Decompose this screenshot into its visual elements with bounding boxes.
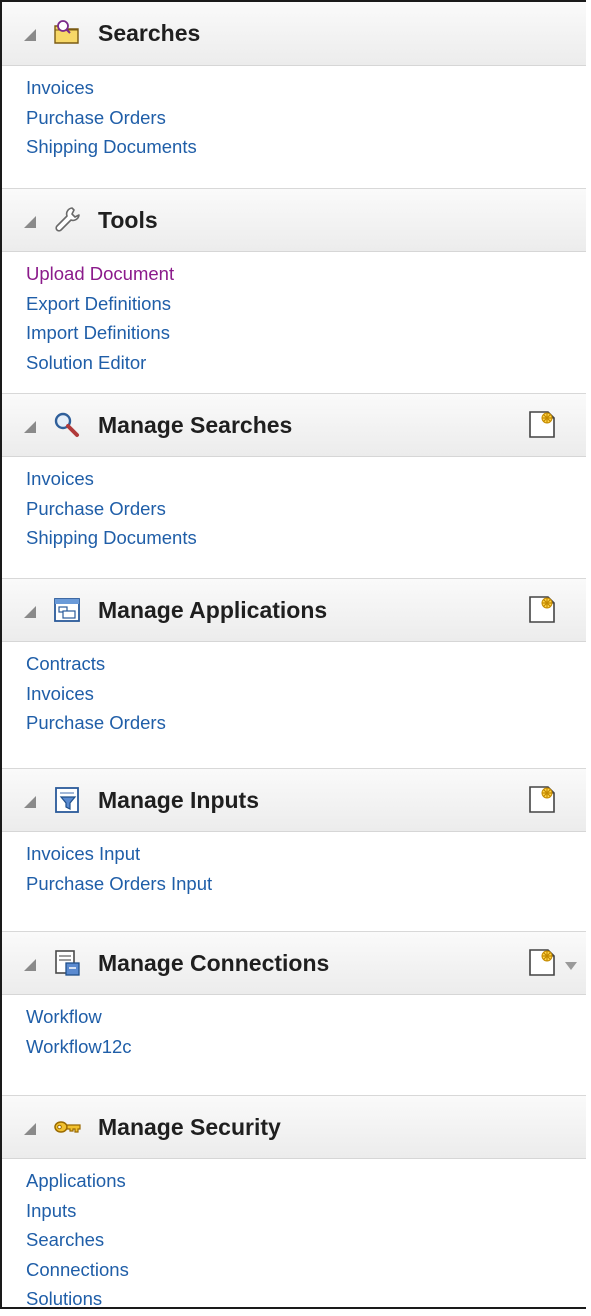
section-title: Manage Inputs bbox=[98, 787, 260, 813]
magnifier-icon bbox=[54, 412, 79, 437]
list-item: Invoices bbox=[26, 679, 166, 709]
list-item: Workflow bbox=[26, 1002, 132, 1032]
collapse-triangle-icon[interactable] bbox=[24, 29, 36, 41]
section-header-searches[interactable]: Searches bbox=[2, 2, 586, 66]
collapse-triangle-icon[interactable] bbox=[24, 1123, 36, 1135]
link-import-definitions[interactable]: Import Definitions bbox=[26, 322, 170, 343]
wrench-icon bbox=[55, 207, 80, 232]
application-window-icon bbox=[54, 598, 80, 622]
list-item: Purchase Orders Input bbox=[26, 869, 212, 899]
list-item: Invoices Input bbox=[26, 839, 212, 869]
link-list: Upload Document Export Definitions Impor… bbox=[26, 259, 174, 377]
key-icon bbox=[54, 1121, 81, 1133]
link-purchase-orders[interactable]: Purchase Orders bbox=[26, 498, 166, 519]
link-list: Invoices Input Purchase Orders Input bbox=[26, 839, 212, 898]
link-list: Invoices Purchase Orders Shipping Docume… bbox=[26, 73, 197, 162]
new-item-icon[interactable] bbox=[526, 783, 558, 815]
new-item-icon[interactable] bbox=[526, 593, 558, 625]
link-solution-editor[interactable]: Solution Editor bbox=[26, 352, 146, 373]
new-item-icon[interactable] bbox=[526, 408, 558, 440]
link-shipping-documents[interactable]: Shipping Documents bbox=[26, 136, 197, 157]
list-item: Purchase Orders bbox=[26, 494, 197, 524]
list-item: Workflow12c bbox=[26, 1032, 132, 1062]
new-item-icon[interactable] bbox=[526, 946, 558, 978]
link-list: Applications Inputs Searches Connections… bbox=[26, 1166, 129, 1314]
link-export-definitions[interactable]: Export Definitions bbox=[26, 293, 171, 314]
list-item: Solutions bbox=[26, 1284, 129, 1314]
section-header-manage-searches[interactable]: Manage Searches bbox=[2, 393, 586, 457]
link-invoices[interactable]: Invoices bbox=[26, 77, 94, 98]
section-header-manage-applications[interactable]: Manage Applications bbox=[2, 578, 586, 642]
collapse-triangle-icon[interactable] bbox=[24, 421, 36, 433]
section-header-manage-inputs[interactable]: Manage Inputs bbox=[2, 768, 586, 832]
section-header-tools[interactable]: Tools bbox=[2, 188, 586, 252]
list-item: Solution Editor bbox=[26, 348, 174, 378]
collapse-triangle-icon[interactable] bbox=[24, 216, 36, 228]
link-solutions[interactable]: Solutions bbox=[26, 1288, 102, 1309]
input-filter-icon bbox=[55, 787, 79, 813]
link-list: Invoices Purchase Orders Shipping Docume… bbox=[26, 464, 197, 553]
section-title: Manage Security bbox=[98, 1114, 281, 1140]
list-item: Invoices bbox=[26, 73, 197, 103]
section-title: Manage Applications bbox=[98, 597, 328, 623]
connection-icon bbox=[55, 950, 80, 976]
link-applications[interactable]: Applications bbox=[26, 1170, 126, 1191]
link-invoices[interactable]: Invoices bbox=[26, 468, 94, 489]
list-item: Applications bbox=[26, 1166, 129, 1196]
link-searches[interactable]: Searches bbox=[26, 1229, 104, 1250]
link-contracts[interactable]: Contracts bbox=[26, 653, 105, 674]
list-item: Shipping Documents bbox=[26, 132, 197, 162]
section-header-manage-security[interactable]: Manage Security bbox=[2, 1095, 586, 1159]
navigator-panel: Searches Invoices Purchase Orders Shippi… bbox=[0, 0, 586, 1309]
list-item: Purchase Orders bbox=[26, 708, 166, 738]
link-purchase-orders[interactable]: Purchase Orders bbox=[26, 712, 166, 733]
section-title: Manage Connections bbox=[98, 950, 330, 976]
link-upload-document[interactable]: Upload Document bbox=[26, 263, 174, 284]
link-connections[interactable]: Connections bbox=[26, 1259, 129, 1280]
link-inputs[interactable]: Inputs bbox=[26, 1200, 76, 1221]
dropdown-arrow-icon[interactable] bbox=[565, 962, 577, 970]
collapse-triangle-icon[interactable] bbox=[24, 606, 36, 618]
list-item: Connections bbox=[26, 1255, 129, 1285]
list-item: Export Definitions bbox=[26, 289, 174, 319]
link-purchase-orders-input[interactable]: Purchase Orders Input bbox=[26, 873, 212, 894]
section-title: Searches bbox=[98, 20, 201, 46]
list-item: Shipping Documents bbox=[26, 523, 197, 553]
link-purchase-orders[interactable]: Purchase Orders bbox=[26, 107, 166, 128]
list-item: Invoices bbox=[26, 464, 197, 494]
link-list: Contracts Invoices Purchase Orders bbox=[26, 649, 166, 738]
link-invoices[interactable]: Invoices bbox=[26, 683, 94, 704]
link-workflow12c[interactable]: Workflow12c bbox=[26, 1036, 132, 1057]
list-item: Inputs bbox=[26, 1196, 129, 1226]
list-item: Upload Document bbox=[26, 259, 174, 289]
list-item: Purchase Orders bbox=[26, 103, 197, 133]
list-item: Import Definitions bbox=[26, 318, 174, 348]
link-shipping-documents[interactable]: Shipping Documents bbox=[26, 527, 197, 548]
link-invoices-input[interactable]: Invoices Input bbox=[26, 843, 140, 864]
section-title: Manage Searches bbox=[98, 412, 293, 438]
collapse-triangle-icon[interactable] bbox=[24, 959, 36, 971]
list-item: Searches bbox=[26, 1225, 129, 1255]
list-item: Contracts bbox=[26, 649, 166, 679]
link-list: Workflow Workflow12c bbox=[26, 1002, 132, 1061]
section-header-manage-connections[interactable]: Manage Connections bbox=[2, 931, 586, 995]
folder-search-icon bbox=[54, 20, 79, 44]
collapse-triangle-icon[interactable] bbox=[24, 796, 36, 808]
section-title: Tools bbox=[98, 207, 158, 233]
link-workflow[interactable]: Workflow bbox=[26, 1006, 102, 1027]
